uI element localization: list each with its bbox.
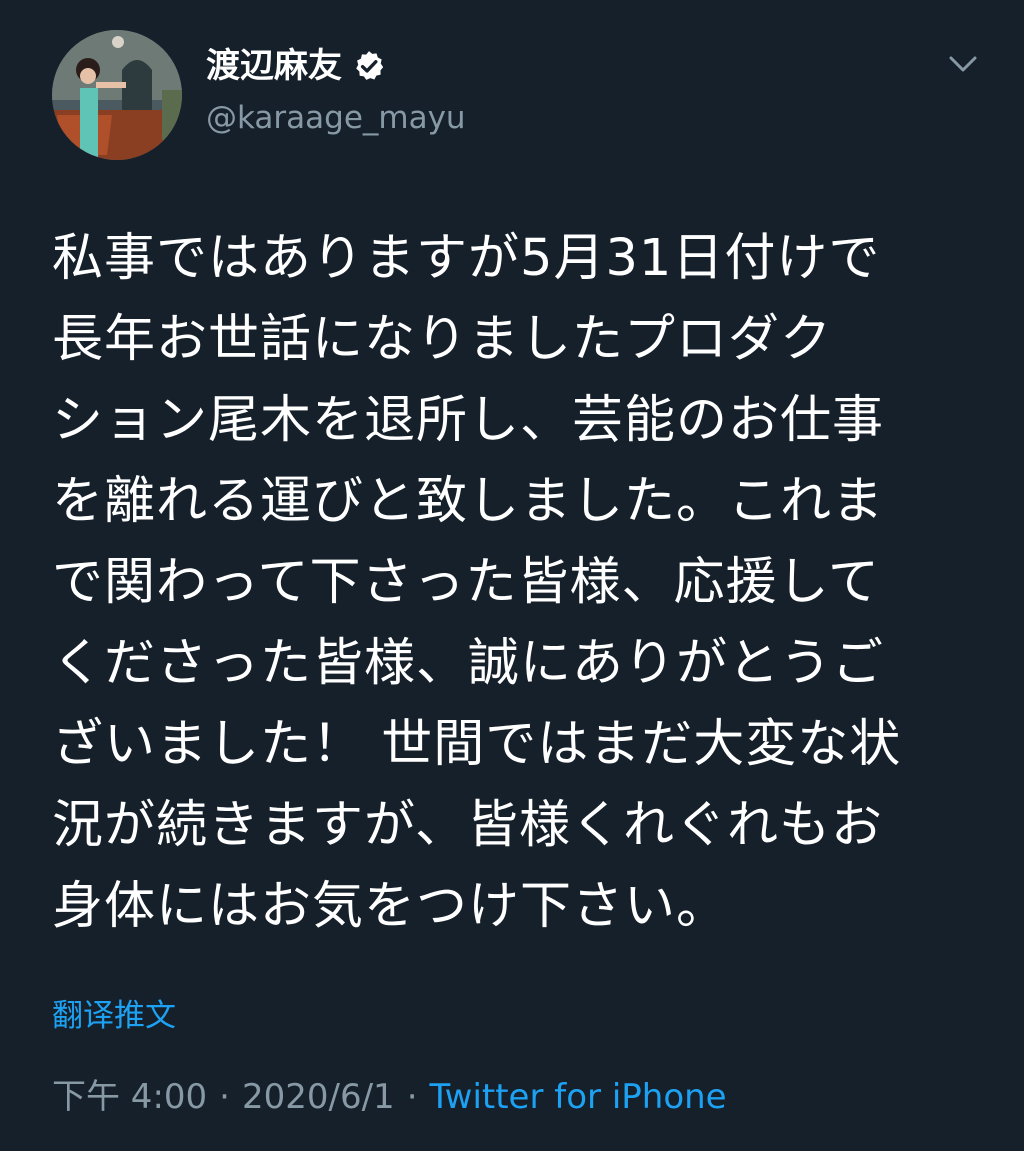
display-name[interactable]: 渡辺麻友 — [206, 44, 386, 88]
tweet-time[interactable]: 下午 4:00 — [52, 1077, 207, 1117]
display-name-text[interactable]: 渡辺麻友 — [206, 44, 342, 88]
tweet-text-line: で関わって下さった皆様、応援して — [52, 553, 880, 612]
tweet-text-line: 長年お世話になりましたプロダク — [52, 310, 833, 369]
chevron-down-icon[interactable] — [946, 50, 980, 78]
verified-badge-icon — [352, 49, 386, 83]
tweet-text-line: 私事ではありますが5月31日付けで — [52, 229, 881, 288]
tweet-text-line: 況が続きますが、皆様くれぐれもお — [52, 796, 883, 855]
tweet-text-line: 身体にはお気をつけ下さい。 — [52, 877, 729, 936]
meta-separator: · — [219, 1077, 230, 1117]
tweet-detail: 渡辺麻友 @karaage_mayu 私事ではありますが5月31日付けで 長年お… — [0, 0, 1024, 1151]
tweet-text-line: くださった皆様、誠にありがとうご — [52, 634, 885, 693]
tweet-text: 私事ではありますが5月31日付けで 長年お世話になりましたプロダク ション尾木を… — [52, 218, 982, 947]
tweet-date[interactable]: 2020/6/1 — [242, 1077, 395, 1117]
tweet-text-line: ざいました！ 世間ではまだ大変な状 — [52, 715, 902, 774]
profile-photo-icon — [52, 30, 182, 160]
translate-tweet-link[interactable]: 翻译推文 — [52, 996, 176, 1036]
avatar[interactable] — [52, 30, 182, 160]
tweet-meta: 下午 4:00 · 2020/6/1 · Twitter for iPhone — [52, 1074, 727, 1120]
tweet-source-link[interactable]: Twitter for iPhone — [430, 1077, 727, 1117]
meta-separator: · — [406, 1077, 418, 1117]
tweet-text-line: ション尾木を退所し、芸能のお仕事 — [52, 391, 885, 450]
user-handle[interactable]: @karaage_mayu — [206, 98, 466, 138]
tweet-text-line: を離れる運びと致しました。これま — [52, 472, 885, 531]
